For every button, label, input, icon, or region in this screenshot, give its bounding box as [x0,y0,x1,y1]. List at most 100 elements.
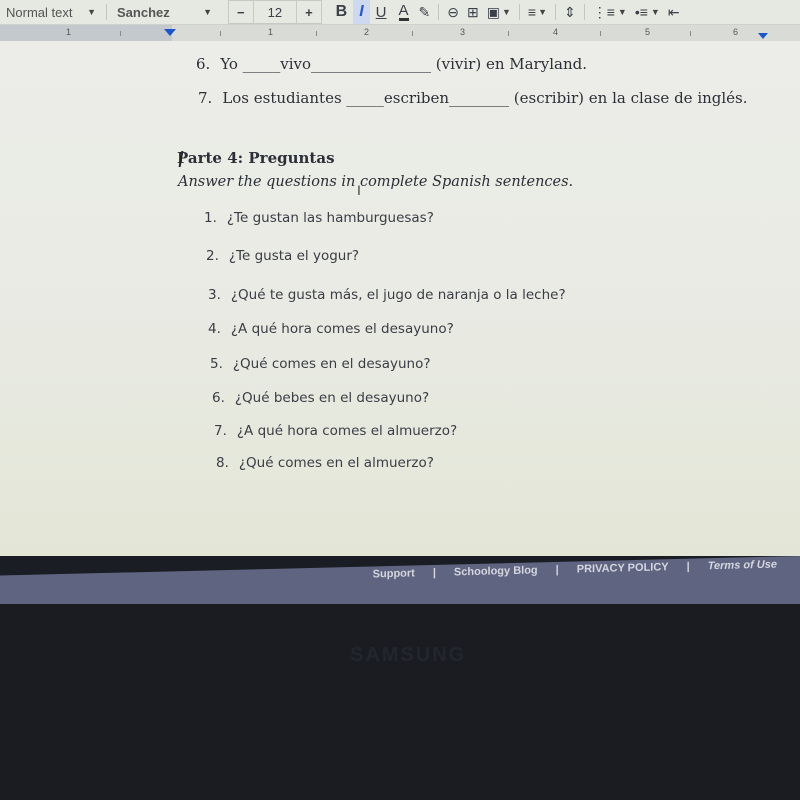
chevron-down-icon: ▼ [538,7,547,17]
footer-link-terms-of-use[interactable]: Terms of Use [708,559,777,573]
footer-link-privacy-policy[interactable]: PRIVACY POLICY [577,561,669,575]
exercise-item: 7. Los estudiantes _____escriben________ … [198,89,748,107]
chevron-down-icon: ▼ [87,7,96,17]
footer-separator: | [686,560,690,573]
ruler-tick [220,31,221,36]
blank-line: _____ [346,89,384,107]
answer-text: vivo [280,55,311,73]
decrease-indent-icon[interactable]: ⇤ [664,0,684,24]
font-family-value: Sanchez [117,4,170,20]
toolbar-divider [518,4,520,20]
item-text-before: Los estudiantes [222,89,347,107]
right-indent-marker[interactable] [758,33,768,39]
question-item: 8. ¿Qué comes en el almuerzo? [216,455,434,471]
font-size-decrease-button[interactable]: − [229,1,254,23]
item-number: 7. [198,89,213,107]
image-icon: ▣ [486,3,500,20]
question-item: 4. ¿A qué hora comes el desayuno? [208,321,454,337]
question-number: 4. [208,321,221,337]
line-spacing-icon[interactable]: ⇕ [560,0,580,24]
link-icon[interactable]: ⊖ [443,0,463,24]
underline-icon: U [375,3,387,21]
instructions-text: Answer the questions in complete Spanish… [178,174,574,190]
ruler-number: 1 [66,27,72,37]
monitor-bezel: SAMSUNG [0,604,800,800]
question-text: ¿Qué comes en el almuerzo? [238,455,434,471]
footer-link-schoology-blog[interactable]: Schoology Blog [454,564,538,578]
exercise-item: 6. Yo _____vivo________________ (vivir) e… [196,55,587,73]
question-text: ¿Te gustan las hamburguesas? [226,210,434,226]
comment-icon[interactable]: ⊞ [463,0,483,24]
question-number: 3. [208,287,221,303]
question-text: ¿Qué te gusta más, el jugo de naranja o … [230,287,566,303]
bold-button[interactable]: B [330,0,354,24]
numbered-list-button[interactable]: ⋮≡ ▼ [589,0,631,24]
underline-button[interactable]: U [370,0,393,24]
chevron-down-icon: ▼ [203,7,212,17]
ruler-tick [690,31,691,36]
footer-separator: | [555,563,559,576]
ruler-number: 6 [733,27,739,37]
item-text-after: (vivir) en Maryland. [431,55,587,73]
question-number: 5. [210,356,223,372]
question-text: ¿A qué hora comes el almuerzo? [236,423,458,439]
question-number: 8. [216,455,229,471]
footer-links: Support | Schoology Blog | PRIVACY POLIC… [364,558,786,581]
question-text: ¿Te gusta el yogur? [228,248,360,264]
align-button[interactable]: ≡ ▼ [524,0,551,24]
ruler-tick [600,31,601,36]
ruler-number: 5 [645,27,651,37]
ruler-tick [316,31,317,36]
toolbar-divider [554,4,556,20]
footer-link-support[interactable]: Support [373,567,415,580]
toolbar-divider [438,4,440,20]
italic-button[interactable]: I [353,0,370,24]
document-page[interactable]: 6. Yo _____vivo________________ (vivir) e… [0,41,800,556]
blank-line: ________________ [311,55,431,73]
ruler-tick [120,31,121,36]
section-heading: Parte 4: Preguntas [177,149,335,167]
insert-image-icon[interactable]: ▣ ▼ [483,0,515,24]
font-size-input[interactable]: 12 [254,1,298,23]
horizontal-ruler[interactable]: 1 1 2 3 4 5 6 [0,25,800,41]
item-text-after: (escribir) en la clase de inglés. [509,89,748,107]
question-text: ¿Qué comes en el desayuno? [232,356,431,372]
i-beam-cursor-icon: I [357,182,361,198]
question-text: ¿A qué hora comes el desayuno? [230,321,454,337]
screen: Normal text ▼ Sanchez ▼ − 12 + B I U A ✎… [0,0,800,800]
ruler-tick [508,31,509,36]
ruler-number: 1 [268,27,274,37]
text-color-button[interactable]: A [393,0,415,24]
question-item: 6. ¿Qué bebes en el desayuno? [212,390,429,406]
font-size-control: − 12 + [228,0,322,24]
question-number: 1. [204,210,217,226]
text-color-icon: A [398,1,409,21]
blank-line: _____ [242,55,281,73]
paragraph-style-select[interactable]: Normal text ▼ [0,0,102,24]
item-text-before: Yo [220,55,243,73]
item-number: 6. [196,55,211,73]
question-text: ¿Qué bebes en el desayuno? [234,390,430,406]
question-number: 6. [212,390,225,406]
font-size-increase-button[interactable]: + [297,1,321,23]
question-item: 5. ¿Qué comes en el desayuno? [210,356,431,372]
question-item: 1. ¿Te gustan las hamburguesas? [204,210,434,226]
monitor-brand-logo: SAMSUNG [350,644,467,666]
answer-text: escriben [383,89,450,107]
left-indent-marker[interactable] [164,29,176,36]
paragraph-style-value: Normal text [6,4,73,20]
bulleted-list-icon: •≡ [634,4,648,20]
bulleted-list-button[interactable]: •≡ ▼ [631,0,664,24]
question-item: 3. ¿Qué te gusta más, el jugo de naranja … [208,287,566,303]
font-family-select[interactable]: Sanchez ▼ [111,0,218,24]
chevron-down-icon: ▼ [617,7,627,17]
numbered-list-icon: ⋮≡ [592,3,615,20]
ruler-number: 4 [553,27,559,37]
ruler-left-margin [0,25,172,41]
question-number: 2. [206,248,219,264]
chevron-down-icon: ▼ [501,7,511,17]
question-number: 7. [214,423,227,439]
toolbar-divider [583,4,585,20]
highlight-icon[interactable]: ✎ [415,0,435,24]
ruler-number: 3 [460,27,466,37]
